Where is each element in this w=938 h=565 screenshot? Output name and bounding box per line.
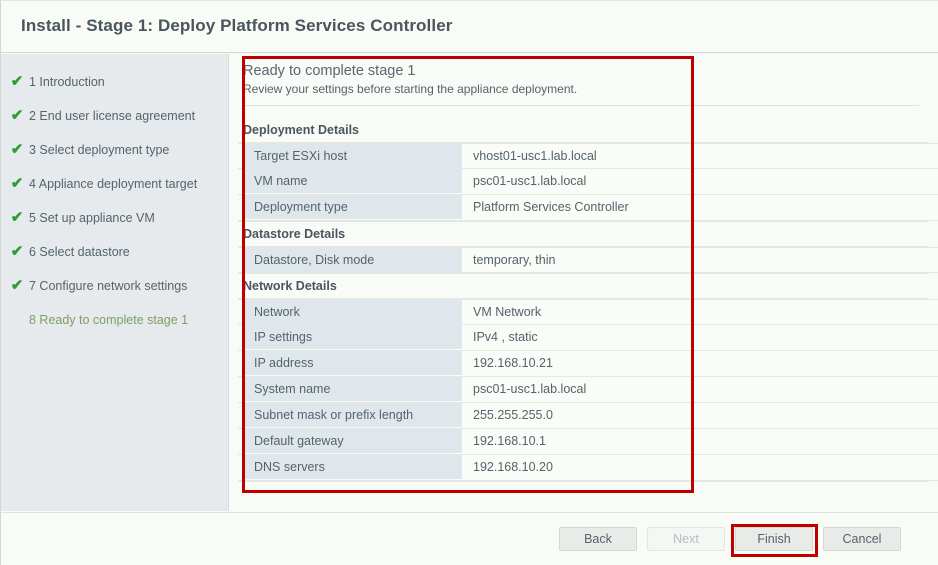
row-value: VM Network xyxy=(462,300,938,324)
table-row: VM name psc01-usc1.lab.local xyxy=(238,169,938,195)
window-titlebar: Install - Stage 1: Deploy Platform Servi… xyxy=(1,1,938,53)
row-value: temporary, thin xyxy=(462,248,938,272)
row-value: vhost01-usc1.lab.local xyxy=(462,144,938,168)
row-label: Subnet mask or prefix length xyxy=(243,403,462,427)
row-value: 192.168.10.20 xyxy=(462,455,938,479)
table-row: Default gateway 192.168.10.1 xyxy=(238,429,938,455)
row-label: Datastore, Disk mode xyxy=(243,248,462,272)
sidebar-step-label: 8 Ready to complete stage 1 xyxy=(29,313,189,327)
section-rows: Network VM Network IP settings IPv4 , stati… xyxy=(238,298,938,482)
sidebar-step-label: 6 Select datastore xyxy=(29,245,130,259)
sidebar-step-label: 5 Set up appliance VM xyxy=(29,211,155,225)
table-row: Datastore, Disk mode temporary, thin xyxy=(238,247,938,273)
table-row: DNS servers 192.168.10.20 xyxy=(238,455,938,481)
sidebar-step-label: 1 Introduction xyxy=(29,75,105,89)
row-value: 192.168.10.1 xyxy=(462,429,938,453)
table-row: Deployment type Platform Services Control… xyxy=(238,195,938,221)
row-label: DNS servers xyxy=(243,455,462,479)
wizard-step-sidebar: ✔ 1 Introduction ✔ 2 End user license agree… xyxy=(1,54,229,511)
row-value: psc01-usc1.lab.local xyxy=(462,169,938,193)
sidebar-step-3[interactable]: ✔ 3 Select deployment type xyxy=(1,137,228,163)
sidebar-step-7[interactable]: ✔ 7 Configure network settings xyxy=(1,273,228,299)
back-button[interactable]: Back xyxy=(559,527,637,551)
checkmark-icon: ✔ xyxy=(10,73,24,90)
finish-button[interactable]: Finish xyxy=(735,527,813,551)
sidebar-step-6[interactable]: ✔ 6 Select datastore xyxy=(1,239,228,265)
pane-subtitle: Review your settings before starting the… xyxy=(243,82,578,96)
table-row: IP settings IPv4 , static xyxy=(238,325,938,351)
next-button: Next xyxy=(647,527,725,551)
row-label: IP address xyxy=(243,351,462,375)
sidebar-step-1[interactable]: ✔ 1 Introduction xyxy=(1,69,228,95)
section-heading: Datastore Details xyxy=(243,227,346,241)
table-row: Subnet mask or prefix length 255.255.255.… xyxy=(238,403,938,429)
sidebar-step-5[interactable]: ✔ 5 Set up appliance VM xyxy=(1,205,228,231)
checkmark-icon: ✔ xyxy=(10,243,24,260)
sidebar-step-label: 4 Appliance deployment target xyxy=(29,177,198,191)
checkmark-icon: ✔ xyxy=(10,107,24,124)
checkmark-icon: ✔ xyxy=(10,209,24,226)
sidebar-step-2[interactable]: ✔ 2 End user license agreement xyxy=(1,103,228,129)
checkmark-icon: ✔ xyxy=(10,175,24,192)
table-row: System name psc01-usc1.lab.local xyxy=(238,377,938,403)
row-label: Network xyxy=(243,300,462,324)
row-label: Target ESXi host xyxy=(243,144,462,168)
wizard-content-pane: Ready to complete stage 1 Review your se… xyxy=(230,54,938,511)
page-title: Install - Stage 1: Deploy Platform Servi… xyxy=(21,16,453,35)
cancel-button[interactable]: Cancel xyxy=(823,527,901,551)
section-rows: Datastore, Disk mode temporary, thin xyxy=(238,246,938,274)
sidebar-step-8[interactable]: 8 Ready to complete stage 1 xyxy=(1,307,228,333)
table-row: Network VM Network xyxy=(238,299,938,325)
pane-title: Ready to complete stage 1 xyxy=(243,63,416,79)
row-label: Deployment type xyxy=(243,195,462,219)
sidebar-step-label: 3 Select deployment type xyxy=(29,143,170,157)
section-rows: Target ESXi host vhost01-usc1.lab.local VM… xyxy=(238,142,938,222)
row-label: Default gateway xyxy=(243,429,462,453)
pane-divider xyxy=(243,105,919,106)
row-label: IP settings xyxy=(243,325,462,349)
table-row: Target ESXi host vhost01-usc1.lab.local xyxy=(238,143,938,169)
sidebar-step-label: 2 End user license agreement xyxy=(29,109,196,123)
step-marker-icon xyxy=(10,307,24,333)
row-label: VM name xyxy=(243,169,462,193)
row-label: System name xyxy=(243,377,462,401)
pane-header: Ready to complete stage 1 Review your se… xyxy=(243,61,923,98)
section-heading: Network Details xyxy=(243,279,337,293)
row-value: IPv4 , static xyxy=(462,325,938,349)
row-value: Platform Services Controller xyxy=(462,195,938,219)
row-value: 255.255.255.0 xyxy=(462,403,938,427)
wizard-footer: Back Next Finish Cancel xyxy=(1,512,938,565)
install-wizard-window: Install - Stage 1: Deploy Platform Servi… xyxy=(0,0,938,565)
summary-detail-table: Deployment Details Target ESXi host vhost0… xyxy=(238,119,938,483)
sidebar-step-4[interactable]: ✔ 4 Appliance deployment target xyxy=(1,171,228,197)
section-heading: Deployment Details xyxy=(243,123,360,137)
sidebar-step-label: 7 Configure network settings xyxy=(29,279,188,293)
row-value: 192.168.10.21 xyxy=(462,351,938,375)
table-row: IP address 192.168.10.21 xyxy=(238,351,938,377)
row-value: psc01-usc1.lab.local xyxy=(462,377,938,401)
checkmark-icon: ✔ xyxy=(10,141,24,158)
checkmark-icon: ✔ xyxy=(10,277,24,294)
